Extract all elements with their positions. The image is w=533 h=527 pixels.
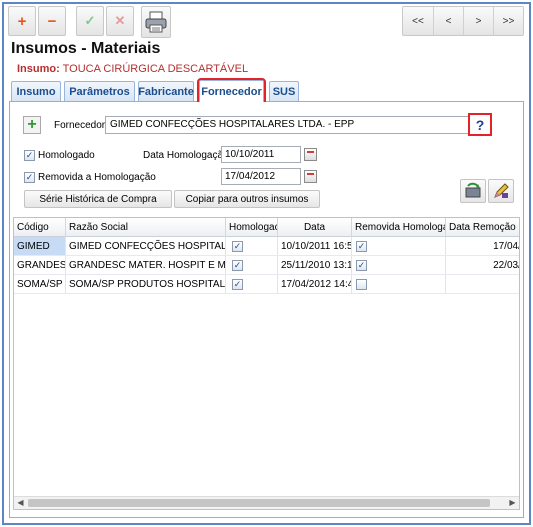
help-button[interactable]: ? [468,113,492,136]
scroll-thumb[interactable] [28,499,490,507]
toolbar: + − ✓ ✕ << < > >> [8,6,524,40]
header-codigo[interactable]: Código [14,218,66,237]
cell-data[interactable]: 25/11/2010 13:1 [278,256,352,274]
print-button[interactable] [141,6,171,38]
cell-homologado[interactable]: ✓ [226,237,278,255]
cell-homologado[interactable]: ✓ [226,256,278,274]
confirm-button[interactable]: ✓ [76,6,104,36]
first-record-button[interactable]: << [403,7,433,35]
scroll-left-icon[interactable]: ◀ [14,497,27,509]
cell-removida[interactable] [352,275,446,293]
cell-data[interactable]: 17/04/2012 14:4 [278,275,352,293]
cancel-button[interactable]: ✕ [106,6,134,36]
plus-icon: + [27,116,37,133]
tab-parametros[interactable]: Parâmetros [64,81,135,101]
tab-bar: Insumo Parâmetros Fabricante Fornecedor … [9,78,524,104]
cell-data-remocao[interactable]: 22/03/20 [446,256,519,274]
copiar-insumos-button[interactable]: Copiar para outros insumos [174,190,320,208]
cell-razao-social[interactable]: SOMA/SP PRODUTOS HOSPITALARES L' [66,275,226,293]
header-removida[interactable]: Removida Homologaçã [352,218,446,237]
horizontal-scrollbar[interactable]: ◀ ▶ [14,496,519,509]
check-icon: ✓ [84,13,96,28]
cell-data-remocao[interactable]: 17/04/20 [446,237,519,255]
cell-removida[interactable]: ✓ [352,256,446,274]
data-removida-field[interactable]: 17/04/2012 [221,168,301,185]
cell-razao-social[interactable]: GIMED CONFECÇÕES HOSPITALARES LT [66,237,226,255]
pencil-icon [494,183,509,198]
homologado-label: Homologado [38,150,95,161]
header-homologado[interactable]: Homologac [226,218,278,237]
cell-razao-social[interactable]: GRANDESC MATER. HOSPIT E MEDIC. L [66,256,226,274]
cell-codigo[interactable]: GIMED [14,237,66,255]
remove-button[interactable]: − [38,6,66,36]
header-razao-social[interactable]: Razão Social [66,218,226,237]
cell-data[interactable]: 10/10/2011 16:5 [278,237,352,255]
last-record-button[interactable]: >> [493,7,523,35]
calendar-icon[interactable] [304,170,317,183]
page-title: Insumos - Materiais [11,40,161,57]
header-data-remocao[interactable]: Data Remoção H [446,218,519,237]
data-homologacao-field[interactable]: 10/10/2011 [221,146,301,163]
edit-button[interactable] [488,179,514,203]
tab-fabricante[interactable]: Fabricante [138,81,194,101]
cell-homologado[interactable]: ✓ [226,275,278,293]
insumo-subtitle: Insumo: TOUCA CIRÚRGICA DESCARTÁVEL [17,63,248,75]
refresh-button[interactable] [460,179,486,203]
cell-removida[interactable]: ✓ [352,237,446,255]
add-button[interactable]: + [8,6,36,36]
insumo-value: TOUCA CIRÚRGICA DESCARTÁVEL [62,63,249,75]
table-row[interactable]: SOMA/SP SOMA/SP PRODUTOS HOSPITALARES L'… [14,275,519,294]
refresh-icon [465,182,481,198]
fornecedor-field[interactable]: GIMED CONFECÇÕES HOSPITALARES LTDA. - EP… [105,116,491,134]
tab-fornecedor[interactable]: Fornecedor [197,78,266,104]
data-homologacao-label: Data Homologação: [143,150,232,161]
homologado-checkbox[interactable]: ✓ [24,150,35,161]
grid-header: Código Razão Social Homologac Data Remov… [14,218,519,237]
table-row[interactable]: GIMED GIMED CONFECÇÕES HOSPITALARES LT ✓… [14,237,519,256]
cell-data-remocao[interactable] [446,275,519,293]
plus-icon: + [17,12,27,30]
record-navigation: << < > >> [402,6,524,36]
add-fornecedor-button[interactable]: + [23,116,41,134]
fornecedor-label: Fornecedor: [54,120,108,131]
removida-checkbox[interactable]: ✓ [356,260,367,271]
previous-record-button[interactable]: < [433,7,463,35]
homologado-checkbox[interactable]: ✓ [232,260,243,271]
fornecedor-panel: + Fornecedor: GIMED CONFECÇÕES HOSPITALA… [9,102,524,518]
question-icon: ? [475,116,485,133]
cell-codigo[interactable]: SOMA/SP [14,275,66,293]
cell-codigo[interactable]: GRANDESC [14,256,66,274]
insumo-label: Insumo: [17,63,60,75]
calendar-icon[interactable] [304,148,317,161]
tab-insumo[interactable]: Insumo [11,81,61,101]
tab-sus[interactable]: SUS [269,81,299,101]
printer-icon [145,11,167,33]
removida-checkbox[interactable]: ✓ [24,172,35,183]
close-icon: ✕ [114,13,126,28]
homologado-checkbox[interactable]: ✓ [232,279,243,290]
table-row[interactable]: GRANDESC GRANDESC MATER. HOSPIT E MEDIC.… [14,256,519,275]
next-record-button[interactable]: > [463,7,493,35]
header-data[interactable]: Data [278,218,352,237]
homologado-checkbox[interactable]: ✓ [232,241,243,252]
fornecedores-grid: Código Razão Social Homologac Data Remov… [13,217,520,510]
scroll-right-icon[interactable]: ▶ [506,497,519,509]
removida-label: Removida a Homologação [38,172,156,183]
removida-checkbox[interactable] [356,279,367,290]
serie-historica-button[interactable]: Série Histórica de Compra [24,190,172,208]
minus-icon: − [47,12,57,30]
removida-checkbox[interactable]: ✓ [356,241,367,252]
